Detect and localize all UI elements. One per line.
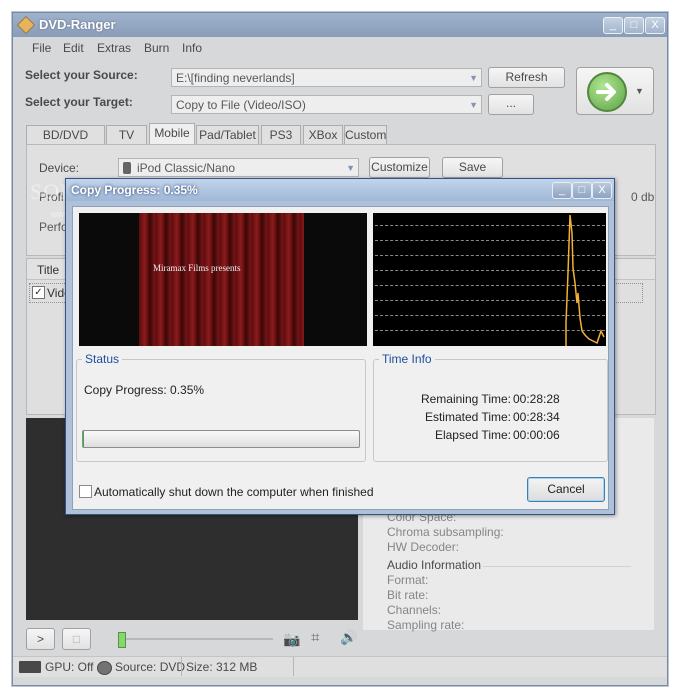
time-info-group-title: Time Info [379,352,435,366]
shutdown-checkbox[interactable] [79,485,92,498]
crop-icon[interactable]: ⌗ [311,629,319,646]
dialog-close-button[interactable]: X [592,182,612,199]
cuda-icon [19,661,41,673]
title-column-header[interactable]: Title [37,263,59,277]
source-value: E:\[finding neverlands] [176,71,295,85]
seek-handle[interactable] [118,632,126,648]
checkbox[interactable]: ✓ [32,286,45,299]
audio-channels: Channels: [387,603,442,617]
menu-edit[interactable]: Edit [63,41,84,55]
source-label: Select your Source: [25,68,138,82]
remaining-time-label: Remaining Time: [420,392,511,406]
dialog-minimize-button[interactable]: _ [552,182,572,199]
browse-button[interactable]: ... [488,94,534,115]
app-icon [16,15,36,35]
chevron-down-icon: ▼ [469,73,478,83]
disc-icon [97,661,112,675]
bitrate-graph [373,213,606,346]
info-chroma: Chroma subsampling: [387,525,504,539]
audio-bitrate: Bit rate: [387,588,429,602]
progress-bar [82,430,360,448]
estimated-time-value: 00:28:34 [513,410,560,424]
go-arrow-icon [587,72,627,112]
source-combo[interactable]: E:\[finding neverlands] ▼ [171,68,482,87]
customize-button[interactable]: Customize [369,157,430,178]
refresh-button[interactable]: Refresh [488,67,565,88]
dialog-title-bar[interactable]: Copy Progress: 0.35% _ □ X [66,179,614,201]
size-status: Size: 312 MB [186,660,258,674]
minimize-button[interactable]: _ [603,17,623,34]
cancel-button[interactable]: Cancel [527,477,605,502]
remaining-time-value: 00:28:28 [513,392,560,406]
shutdown-label[interactable]: Automatically shut down the computer whe… [94,485,374,499]
start-button[interactable]: ▼ [576,67,654,115]
target-combo[interactable]: Copy to File (Video/ISO) ▼ [171,95,482,114]
app-title: DVD-Ranger [39,17,116,32]
chevron-down-icon: ▼ [346,163,355,173]
maximize-button[interactable]: □ [624,17,644,34]
dialog-body: Miramax Films presents Status Copy Progr… [72,206,609,510]
status-group-title: Status [82,352,123,366]
camera-icon[interactable]: 📷 [283,631,300,648]
audio-info-title: Audio Information [387,558,482,572]
seek-slider[interactable] [121,638,273,640]
performance-label: Perfo [39,220,68,234]
gpu-status: GPU: Off [45,660,94,674]
chevron-down-icon: ▼ [469,100,478,110]
audio-sampling-rate: Sampling rate: [387,618,465,632]
elapsed-time-value: 00:00:06 [513,428,560,442]
target-label: Select your Target: [25,95,133,109]
menu-info[interactable]: Info [182,41,202,55]
info-hw-decoder: HW Decoder: [387,540,460,554]
close-button[interactable]: X [645,17,665,34]
main-title-bar[interactable]: DVD-Ranger _ □ X [13,13,667,37]
progress-fill [83,431,84,447]
save-button[interactable]: Save [442,157,503,178]
dialog-maximize-button[interactable]: □ [572,182,592,199]
chevron-down-icon: ▼ [635,86,644,96]
device-value: iPod Classic/Nano [137,161,236,175]
tab-ps3[interactable]: PS3 [261,125,301,144]
stop-button[interactable]: □ [62,628,91,650]
status-bar: GPU: Off Source: DVD Size: 312 MB [13,656,667,677]
tab-mobile[interactable]: Mobile [149,123,195,145]
divider [483,566,631,567]
source-status: Source: DVD [115,660,186,674]
elapsed-time-label: Elapsed Time: [434,428,511,442]
bitrate-curve [565,214,605,346]
dialog-video-preview: Miramax Films presents [79,213,367,346]
device-combo[interactable]: iPod Classic/Nano ▼ [118,158,359,177]
estimated-time-label: Estimated Time: [424,410,511,424]
play-button[interactable]: > [26,628,55,650]
db-text: 0 db [631,190,655,204]
tab-custom[interactable]: Custom [344,125,387,144]
menu-extras[interactable]: Extras [97,41,131,55]
dialog-title: Copy Progress: 0.35% [71,183,198,197]
device-label: Device: [39,161,80,175]
audio-format: Format: [387,573,429,587]
menu-file[interactable]: File [32,41,51,55]
copy-progress-dialog: Copy Progress: 0.35% _ □ X Miramax Films… [65,178,615,515]
divider [181,657,182,676]
tab-tv[interactable]: TV [106,125,147,144]
curtain-image [139,213,304,346]
preview-caption: Miramax Films presents [153,263,241,273]
progress-text: Copy Progress: 0.35% [84,383,205,397]
target-value: Copy to File (Video/ISO) [176,98,306,112]
speaker-icon[interactable]: 🔊 [340,629,357,646]
tab-xbox[interactable]: XBox [303,125,343,144]
tab-pad-tablet[interactable]: Pad/Tablet [196,125,259,144]
tab-bd-dvd-player[interactable]: BD/DVD Player [26,125,105,161]
ipod-icon [123,162,131,174]
divider [293,657,294,676]
menu-burn[interactable]: Burn [144,41,169,55]
